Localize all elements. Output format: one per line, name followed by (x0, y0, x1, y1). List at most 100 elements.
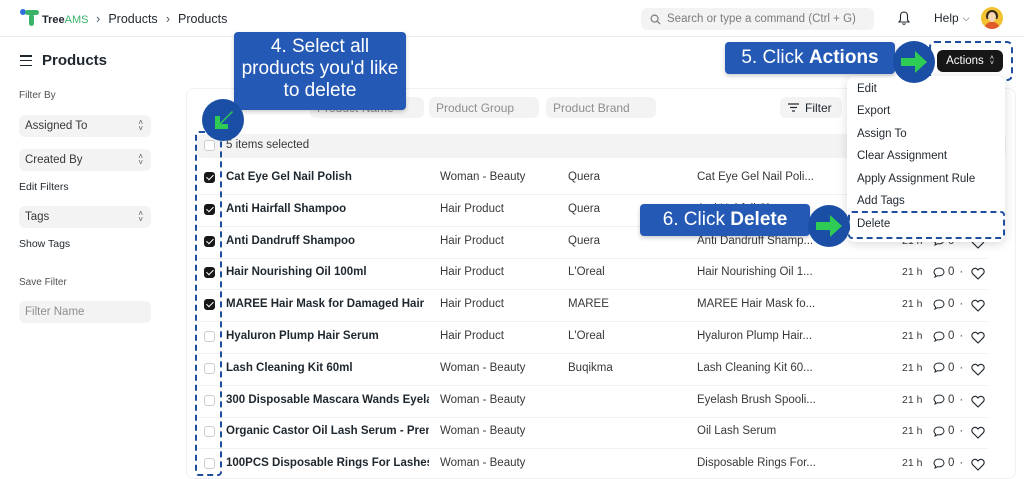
comment-icon (933, 362, 945, 374)
table-row[interactable]: MAREE Hair Mask for Damaged Hair Hair Pro… (196, 290, 988, 323)
page-title: Products (42, 52, 108, 69)
product-group-filter[interactable]: Product Group (429, 97, 539, 118)
menu-item-export[interactable]: Export (857, 105, 890, 117)
heart-icon[interactable] (971, 395, 985, 408)
product-name-cell[interactable]: Cat Eye Gel Nail Polish (226, 171, 429, 183)
comment-count-value: 0 (948, 266, 955, 279)
product-name-cell[interactable]: Hyaluron Plump Hair Serum (226, 330, 429, 342)
help-label: Help (934, 11, 959, 25)
app-logo[interactable]: TreeAMS (20, 9, 88, 27)
table-row[interactable]: 300 Disposable Mascara Wands Eyelash Woma… (196, 386, 988, 418)
heart-icon[interactable] (971, 299, 985, 312)
menu-item-apply-assignment-rule[interactable]: Apply Assignment Rule (857, 173, 975, 185)
green-arrow-icon (808, 205, 850, 247)
comment-count-value: 0 (948, 457, 955, 470)
product-brand-placeholder: Product Brand (553, 100, 630, 115)
separator-dot: · (959, 425, 964, 438)
product-name-cell[interactable]: Lash Cleaning Kit 60ml (226, 362, 429, 374)
table-row[interactable]: Organic Castor Oil Lash Serum - Premium W… (196, 417, 988, 450)
tags-select[interactable]: Tags ˄ ˅ (19, 206, 151, 228)
product-description-cell: Lash Cleaning Kit 60... (697, 361, 813, 374)
product-description-cell: Hair Nourishing Oil 1... (697, 266, 813, 279)
product-brand-cell: Quera (568, 171, 600, 183)
menu-item-add-tags[interactable]: Add Tags (857, 195, 905, 207)
callout-step-4: 4. Select all products you'd like to del… (234, 32, 406, 110)
help-menu[interactable]: Help ⌵ (934, 11, 970, 25)
breadcrumb-item-products[interactable]: Products (108, 12, 157, 26)
product-description-cell: Disposable Rings For... (697, 457, 816, 470)
heart-icon[interactable] (971, 267, 985, 281)
product-name-cell[interactable]: Anti Hairfall Shampoo (226, 203, 429, 215)
product-name-cell[interactable]: Anti Dandruff Shampoo (226, 235, 429, 247)
menu-item-assign-to[interactable]: Assign To (857, 128, 907, 140)
product-group-cell: Hair Product (440, 266, 504, 279)
product-brand-filter[interactable]: Product Brand (546, 97, 656, 118)
delete-highlight-outline (848, 211, 1005, 239)
heart-icon[interactable] (971, 458, 985, 471)
product-brand-cell: MAREE (568, 298, 609, 311)
menu-item-clear-assignment[interactable]: Clear Assignment (857, 150, 947, 162)
product-description-cell: Eyelash Brush Spooli... (697, 393, 816, 406)
actions-button[interactable]: Actions ˄ ˅ (937, 50, 1003, 72)
chevron-down-icon: ⌵ (962, 12, 970, 23)
top-navbar: TreeAMS › Products › Products Search or … (0, 0, 1024, 37)
sort-arrows-icon: ˄ ˅ (138, 209, 143, 224)
chevron-right-icon: › (165, 11, 171, 26)
table-row[interactable]: 100PCS Disposable Rings For Lashes Lash W… (196, 449, 988, 479)
comment-count[interactable]: 0· (933, 298, 973, 310)
green-arrow-icon (202, 99, 244, 141)
product-group-cell: Woman - Beauty (440, 171, 526, 183)
comment-count[interactable]: 0· (933, 394, 973, 406)
breadcrumb-item-products-current[interactable]: Products (178, 12, 227, 26)
heart-icon[interactable] (971, 331, 985, 344)
product-name-cell[interactable]: Hair Nourishing Oil 100ml (226, 266, 429, 278)
filter-name-input[interactable]: Filter Name (19, 301, 151, 323)
product-group-cell: Hair Product (440, 234, 504, 247)
menu-item-edit[interactable]: Edit (857, 83, 877, 95)
search-placeholder: Search or type a command (Ctrl + G) (667, 13, 856, 25)
separator-dot: · (959, 330, 964, 342)
comment-icon (933, 458, 945, 469)
product-name-cell[interactable]: 100PCS Disposable Rings For Lashes Lash (226, 457, 429, 469)
table-row[interactable]: Hyaluron Plump Hair Serum Hair Product L'O… (196, 322, 988, 354)
green-arrow-icon (893, 41, 935, 83)
product-name-cell[interactable]: 300 Disposable Mascara Wands Eyelash (226, 394, 429, 406)
hamburger-icon[interactable] (20, 55, 32, 66)
table-row[interactable]: Lash Cleaning Kit 60ml Woman - Beauty Buqi… (196, 354, 988, 386)
heart-icon[interactable] (971, 363, 985, 376)
separator-dot: · (959, 298, 964, 311)
product-group-cell: Hair Product (440, 298, 504, 311)
modified-time-cell: 21 h (902, 266, 923, 279)
heart-icon[interactable] (971, 426, 985, 440)
comment-count[interactable]: 0· (933, 330, 973, 342)
bell-icon[interactable] (897, 10, 911, 26)
callout-step-6: 6. Click Delete (640, 204, 810, 236)
callout-step-6-bold: Delete (730, 209, 788, 230)
avatar[interactable] (981, 7, 1003, 29)
product-description-cell: Anti Dandruff Shamp... (697, 234, 814, 247)
table-row[interactable]: Hair Nourishing Oil 100ml Hair Product L'O… (196, 258, 988, 291)
comment-count[interactable]: 0· (933, 362, 973, 374)
search-input[interactable]: Search or type a command (Ctrl + G) (641, 8, 874, 30)
comment-count[interactable]: 0· (933, 425, 973, 437)
product-description-cell: Oil Lash Serum (697, 425, 777, 438)
comment-count-value: 0 (948, 298, 955, 311)
filter-button[interactable]: Filter (780, 97, 842, 118)
modified-time-cell: 21 h (902, 425, 923, 438)
comment-count[interactable]: 0· (933, 266, 973, 278)
product-group-placeholder: Product Group (436, 100, 515, 115)
product-name-cell[interactable]: MAREE Hair Mask for Damaged Hair (226, 298, 429, 310)
assigned-to-select[interactable]: Assigned To ˄ ˅ (19, 115, 151, 137)
modified-time-cell: 21 h (902, 330, 923, 342)
created-by-label: Created By (25, 154, 83, 166)
product-name-cell[interactable]: Organic Castor Oil Lash Serum - Premium (226, 425, 429, 437)
comment-icon (933, 394, 945, 406)
created-by-select[interactable]: Created By ˄ ˅ (19, 149, 151, 171)
logo-text: TreeAMS (42, 14, 89, 26)
filter-button-label: Filter (805, 100, 832, 115)
edit-filters-link[interactable]: Edit Filters (19, 181, 69, 193)
show-tags-link[interactable]: Show Tags (19, 238, 70, 250)
comment-count[interactable]: 0· (933, 457, 973, 469)
callout-step-5-bold: Actions (808, 47, 879, 68)
sort-arrows-icon: ˄ ˅ (138, 118, 143, 133)
